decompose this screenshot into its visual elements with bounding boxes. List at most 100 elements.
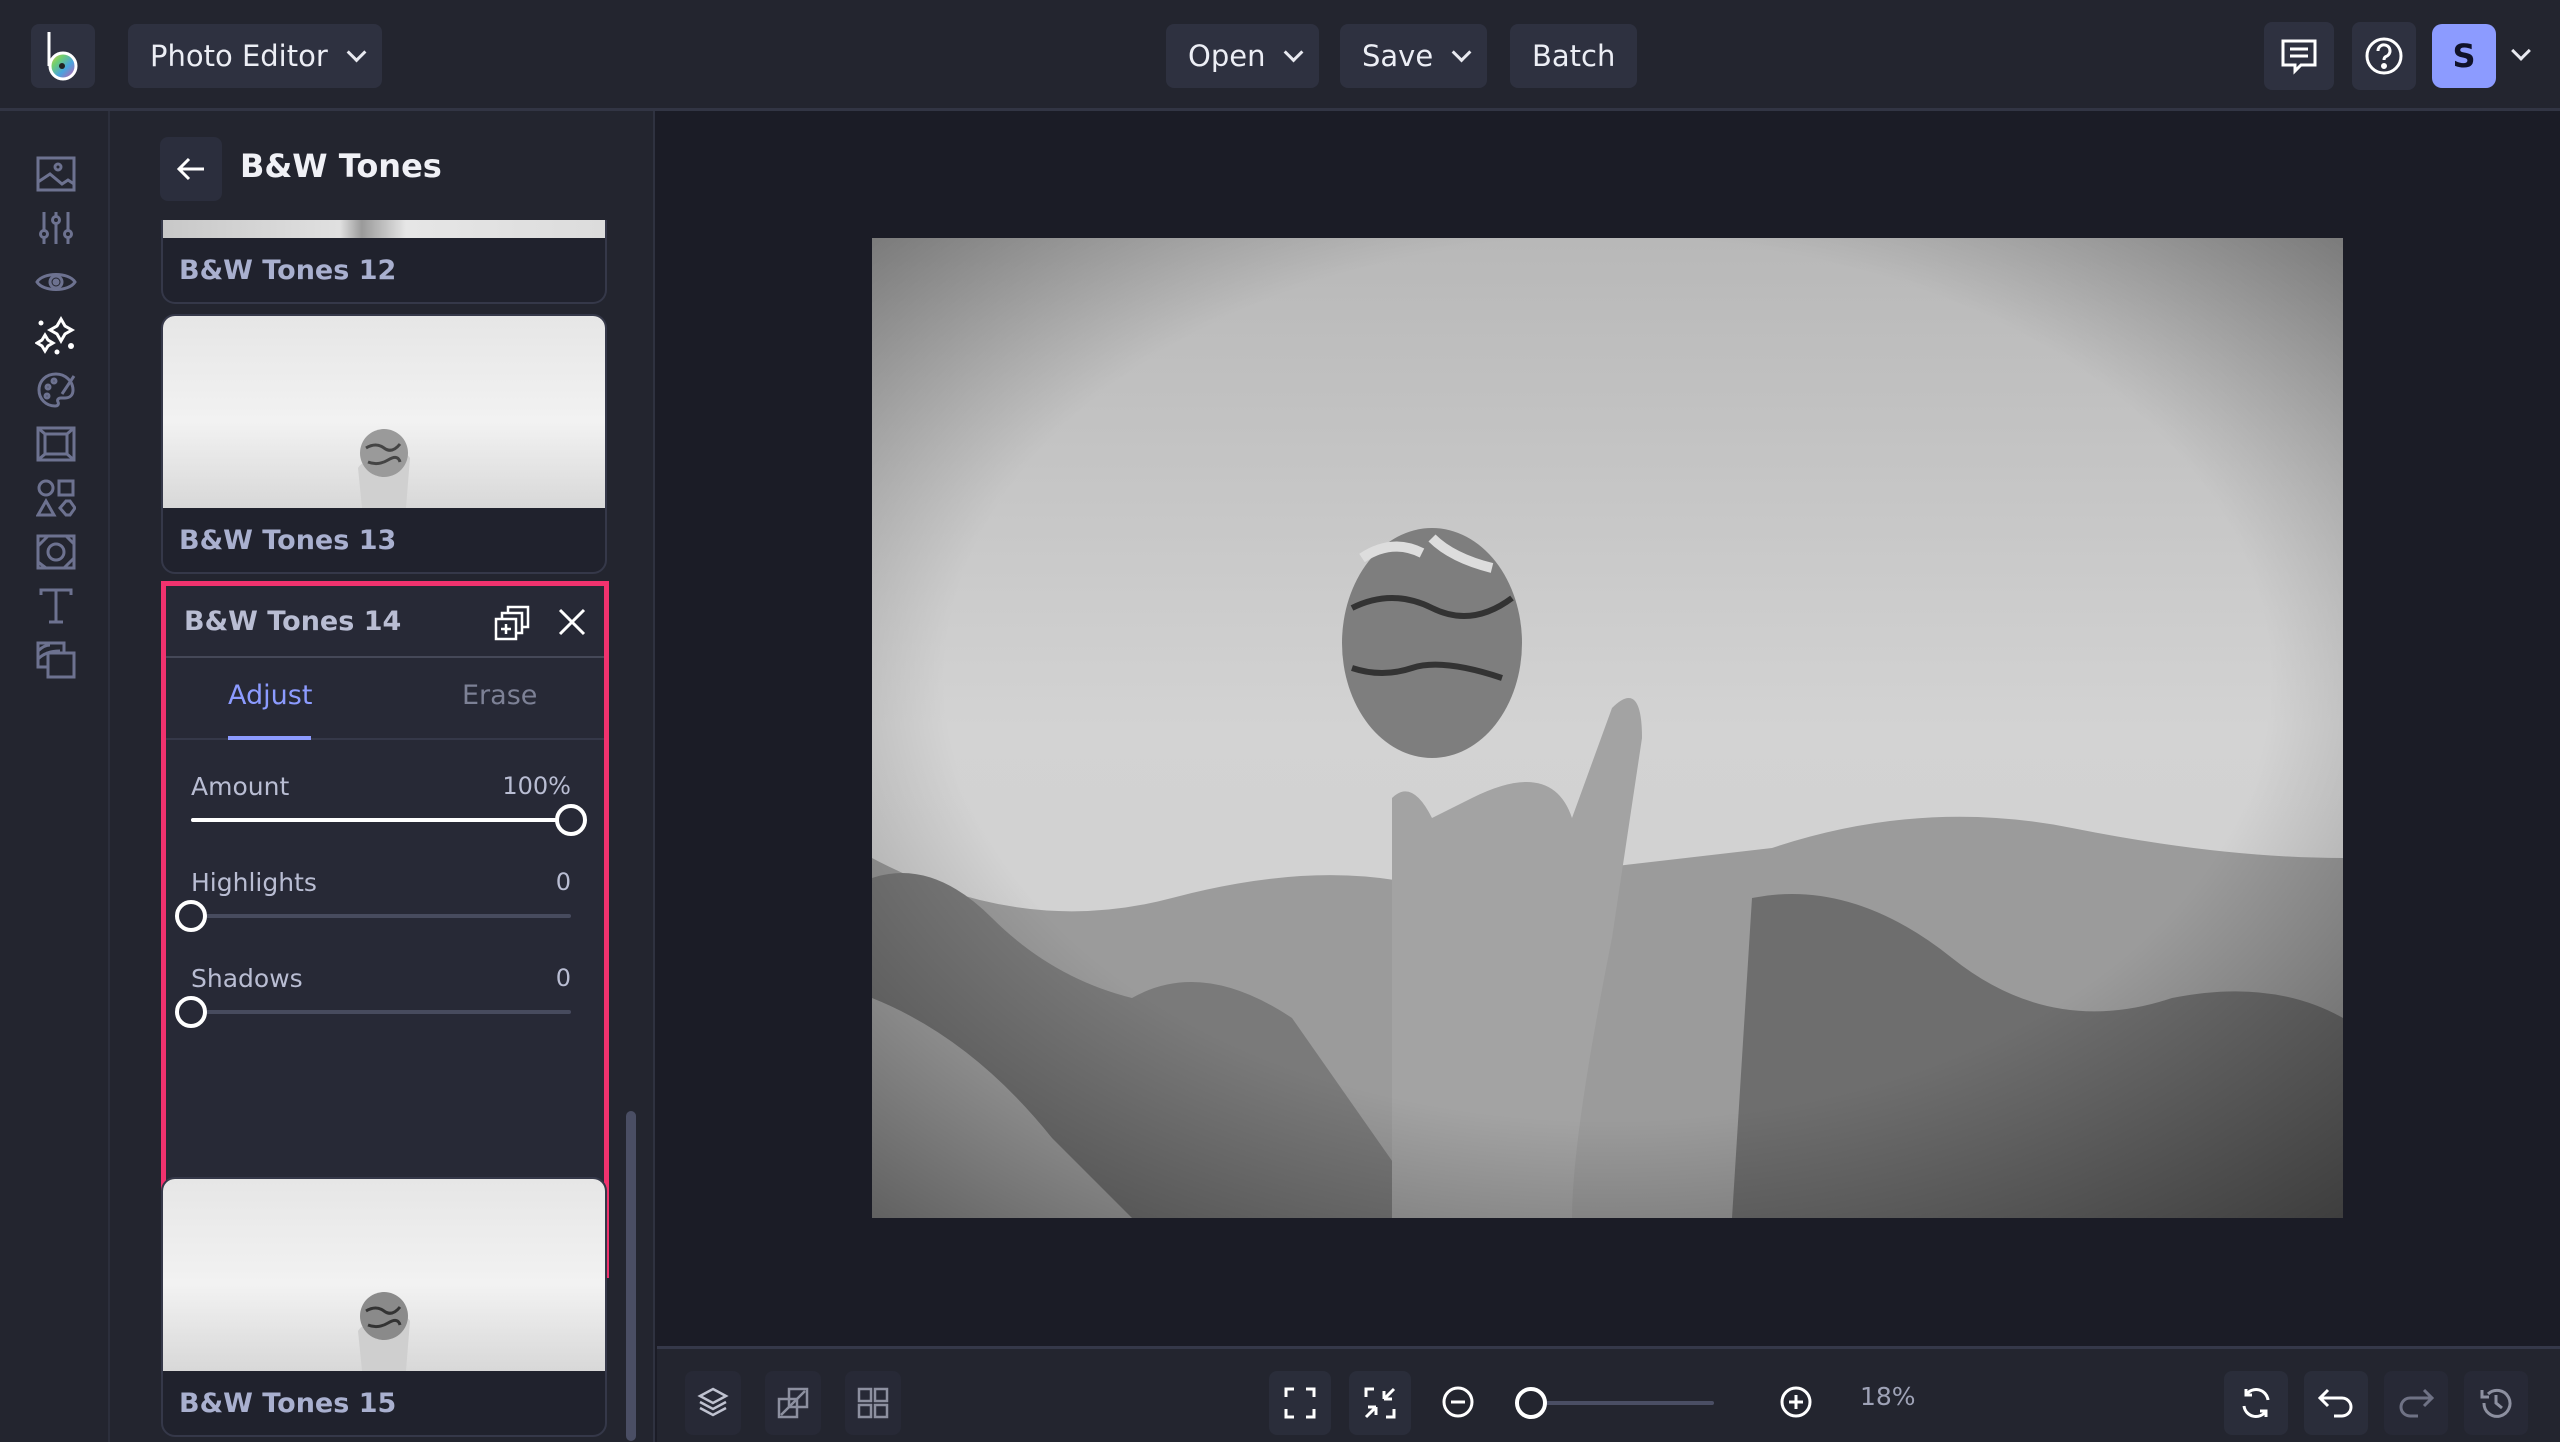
rail-item-touch-up[interactable] — [30, 256, 82, 308]
comments-button[interactable] — [2264, 22, 2334, 90]
effect-adjust-title: B&W Tones 14 — [184, 605, 402, 637]
globe-thumbnail-image — [358, 429, 410, 508]
rail-item-overlays[interactable] — [30, 634, 82, 686]
globe-thumbnail-image — [358, 1292, 410, 1371]
rail-item-frames[interactable] — [30, 418, 82, 470]
effect-thumbnail — [163, 220, 605, 238]
zoom-level: 18% — [1860, 1382, 1916, 1411]
effect-thumbnail — [163, 1179, 605, 1371]
tab-adjust[interactable]: Adjust — [228, 680, 312, 711]
active-tab-indicator — [228, 736, 311, 740]
effect-card-label: B&W Tones 15 — [179, 1387, 397, 1419]
compare-icon — [777, 1387, 809, 1419]
rail-item-textures[interactable] — [30, 526, 82, 578]
arrow-left-icon — [176, 157, 204, 181]
open-dropdown[interactable]: Open — [1166, 24, 1320, 88]
befunky-logo-icon — [47, 32, 78, 81]
rail-item-image[interactable] — [30, 148, 82, 200]
grid-icon — [857, 1387, 889, 1419]
effect-card-12[interactable]: B&W Tones 12 — [161, 220, 607, 304]
slider-handle[interactable] — [175, 900, 207, 932]
history-button[interactable] — [2464, 1371, 2528, 1435]
compare-button[interactable] — [765, 1371, 821, 1435]
rail-item-graphics[interactable] — [30, 472, 82, 524]
zoom-slider[interactable] — [1514, 1387, 1714, 1419]
help-icon — [2365, 37, 2403, 75]
redo-button[interactable] — [2384, 1371, 2448, 1435]
refresh-icon — [2242, 1388, 2270, 1418]
tab-erase[interactable]: Erase — [462, 680, 537, 711]
app-menu-label: Photo Editor — [150, 39, 328, 73]
slider-value: 0 — [555, 868, 571, 896]
slider-track[interactable] — [175, 900, 571, 932]
chevron-down-icon — [1284, 42, 1304, 63]
back-button[interactable] — [160, 137, 222, 201]
undo-icon — [2318, 1388, 2353, 1418]
effect-card-label: B&W Tones 12 — [179, 254, 397, 286]
app-menu-dropdown[interactable]: Photo Editor — [128, 24, 382, 88]
layers-button[interactable] — [685, 1371, 741, 1435]
undo-button[interactable] — [2304, 1371, 2368, 1435]
effect-thumbnail — [163, 316, 605, 508]
grid-view-button[interactable] — [845, 1371, 901, 1435]
chat-icon — [2281, 39, 2317, 75]
slider-shadows: Shadows 0 — [175, 964, 571, 1028]
top-bar: Photo Editor Open Save Batch S — [0, 0, 2560, 111]
user-avatar[interactable]: S — [2432, 24, 2496, 88]
adjustments-sliders-icon — [39, 212, 73, 244]
effect-adjust-header: B&W Tones 14 — [166, 586, 604, 658]
effect-card-label: B&W Tones 13 — [179, 524, 397, 556]
batch-label: Batch — [1532, 39, 1616, 73]
effects-panel: B&W Tones B&W Tones 12 B&W Tones 13 B&W … — [110, 111, 655, 1442]
slider-label: Shadows — [191, 964, 303, 993]
slider-label: Amount — [191, 772, 290, 801]
photo-canvas[interactable] — [872, 238, 2343, 1218]
slider-label: Highlights — [191, 868, 317, 897]
chevron-down-icon — [346, 42, 367, 63]
batch-button[interactable]: Batch — [1510, 24, 1638, 88]
slider-value: 0 — [555, 964, 571, 992]
panel-title: B&W Tones — [240, 147, 442, 185]
effect-tabs: Adjust Erase — [166, 658, 604, 740]
slider-handle[interactable] — [175, 996, 207, 1028]
reset-button[interactable] — [2224, 1371, 2288, 1435]
rail-item-text[interactable] — [30, 580, 82, 632]
rail-item-adjustments[interactable] — [30, 202, 82, 254]
overlays-icon — [36, 641, 76, 679]
slider-track[interactable] — [175, 996, 571, 1028]
slider-track[interactable] — [191, 804, 587, 836]
app-logo[interactable] — [31, 24, 95, 88]
effect-card-13[interactable]: B&W Tones 13 — [161, 314, 607, 574]
fit-to-screen-button[interactable] — [1269, 1371, 1331, 1435]
help-button[interactable] — [2352, 22, 2416, 90]
text-icon — [39, 588, 73, 624]
slider-handle[interactable] — [555, 804, 587, 836]
effect-card-15[interactable]: B&W Tones 15 — [161, 1177, 607, 1437]
canvas-area — [657, 111, 2560, 1346]
fullscreen-icon — [1284, 1387, 1316, 1419]
textures-icon — [36, 534, 76, 570]
tool-rail — [0, 111, 110, 1442]
history-icon — [2480, 1388, 2512, 1418]
save-dropdown[interactable]: Save — [1340, 24, 1488, 88]
account-chevron-down-icon[interactable] — [2511, 41, 2531, 61]
layers-icon — [697, 1387, 729, 1417]
save-label: Save — [1362, 39, 1434, 73]
zoom-out-icon[interactable] — [1441, 1385, 1475, 1419]
eye-icon — [35, 273, 77, 291]
bw-globe-photo — [872, 238, 2343, 1218]
slider-value: 100% — [502, 772, 571, 800]
duplicate-layer-icon[interactable] — [494, 605, 530, 641]
open-label: Open — [1188, 39, 1266, 73]
slider-fill — [191, 818, 571, 822]
zoom-slider-handle[interactable] — [1514, 1387, 1547, 1419]
rail-item-artsy[interactable] — [30, 364, 82, 416]
rail-item-effects[interactable] — [30, 310, 82, 362]
zoom-in-icon[interactable] — [1779, 1385, 1813, 1419]
avatar-initial: S — [2452, 37, 2476, 75]
effects-sparkle-icon — [35, 315, 76, 355]
image-icon — [36, 156, 76, 192]
close-icon[interactable] — [554, 604, 590, 640]
actual-size-button[interactable] — [1349, 1371, 1411, 1435]
panel-scrollbar[interactable] — [626, 1111, 636, 1441]
